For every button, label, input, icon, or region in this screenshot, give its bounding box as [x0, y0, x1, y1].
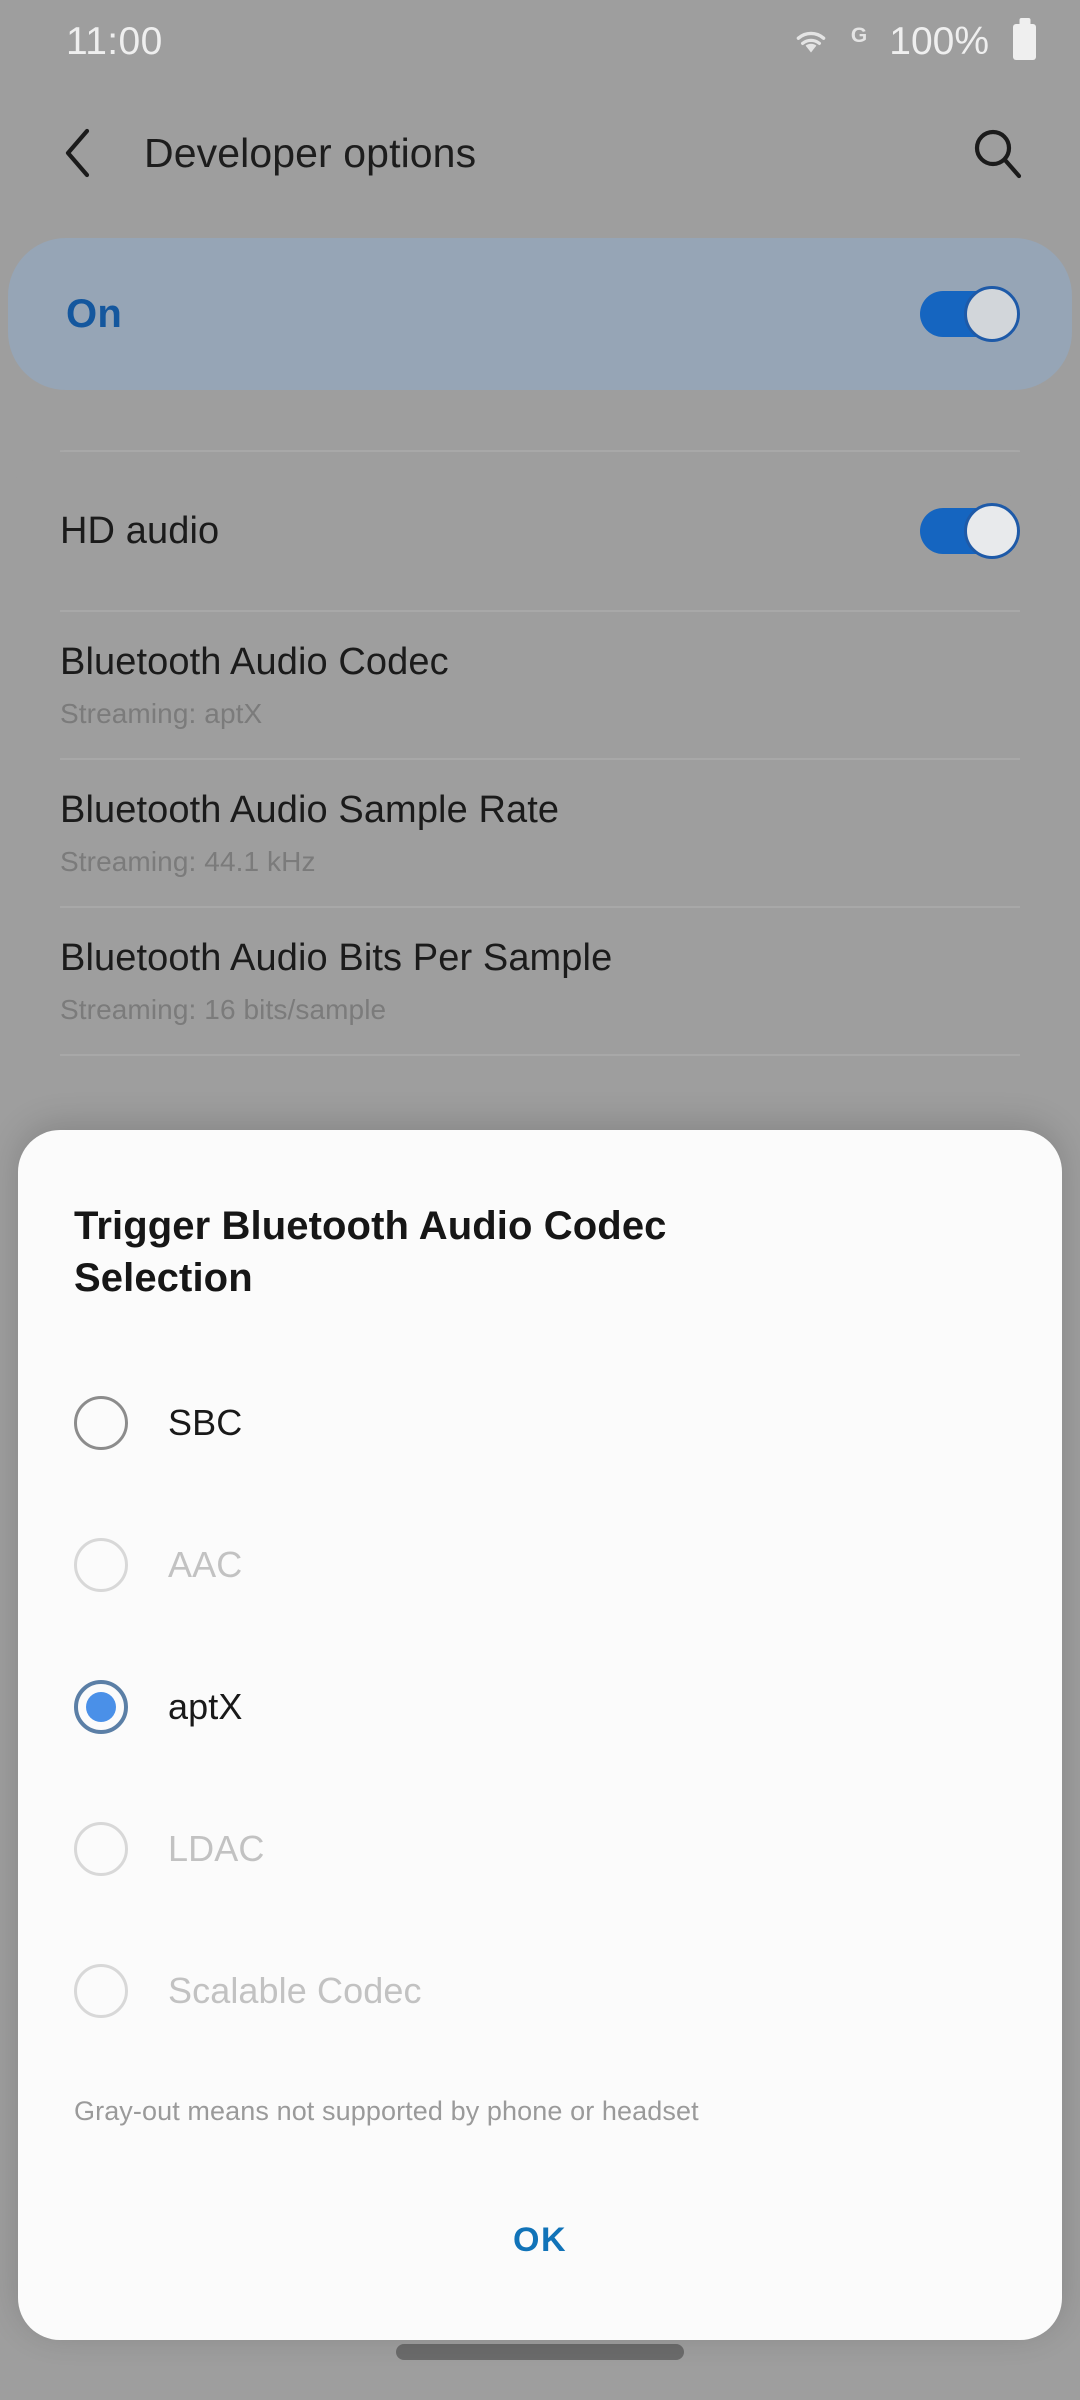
status-bar: 11:00 G 100% [0, 0, 1080, 84]
radio-option-sbc[interactable]: SBC [74, 1352, 1006, 1494]
wifi-icon [793, 28, 829, 56]
toggle-thumb [964, 286, 1020, 342]
radio-button-icon [74, 1964, 128, 2018]
list-item-hd-audio[interactable]: HD audio [8, 452, 1072, 610]
radio-option-label: AAC [168, 1544, 243, 1585]
list-item-title: Bluetooth Audio Codec [60, 640, 449, 683]
network-type-label: G [850, 24, 868, 47]
gesture-navigation-handle[interactable] [396, 2344, 684, 2360]
ok-button[interactable]: OK [443, 2199, 637, 2282]
list-item-bluetooth-audio-bits-per-sample[interactable]: Bluetooth Audio Bits Per Sample Streamin… [8, 908, 1072, 1054]
list-item-subtitle: Streaming: 44.1 kHz [60, 845, 316, 877]
list-item-bluetooth-audio-codec[interactable]: Bluetooth Audio Codec Streaming: aptX [8, 612, 1072, 758]
radio-option-label: aptX [168, 1686, 243, 1727]
hd-audio-toggle[interactable] [920, 503, 1020, 559]
search-icon [974, 129, 1022, 179]
battery-percent-label: 100% [889, 20, 989, 63]
radio-button-icon-selected[interactable] [74, 1680, 128, 1734]
battery-full-icon [1013, 24, 1036, 60]
radio-option-ldac: LDAC [74, 1778, 1006, 1920]
radio-button-icon [74, 1538, 128, 1592]
list-item-bluetooth-audio-sample-rate[interactable]: Bluetooth Audio Sample Rate Streaming: 4… [8, 760, 1072, 906]
codec-selection-dialog: Trigger Bluetooth Audio Codec Selection … [18, 1130, 1062, 2340]
dialog-footnote: Gray-out means not supported by phone or… [74, 2096, 699, 2126]
toggle-thumb [964, 503, 1020, 559]
back-button[interactable] [42, 116, 116, 190]
list-item-title: Bluetooth Audio Bits Per Sample [60, 936, 613, 979]
radio-option-label: SBC [168, 1402, 243, 1443]
radio-button-icon [74, 1822, 128, 1876]
list-item-subtitle: Streaming: 16 bits/sample [60, 993, 387, 1025]
radio-option-label: Scalable Codec [168, 1970, 422, 2011]
search-button[interactable] [962, 118, 1032, 188]
status-clock: 11:00 [66, 20, 163, 63]
radio-option-aptx[interactable]: aptX [74, 1636, 1006, 1778]
dialog-action-bar: OK [74, 2199, 1006, 2282]
dialog-title: Trigger Bluetooth Audio Codec Selection [74, 1204, 667, 1300]
list-item-title: HD audio [60, 509, 220, 552]
list-item-title: Bluetooth Audio Sample Rate [60, 788, 560, 831]
developer-options-master-card[interactable]: On [8, 238, 1072, 390]
list-divider [60, 1054, 1020, 1056]
codec-radio-group: SBC AAC aptX LDAC Scalable Codec [74, 1352, 1006, 2062]
chevron-left-icon [65, 128, 90, 178]
radio-option-label: LDAC [168, 1828, 265, 1869]
app-bar: Developer options [0, 98, 1080, 208]
master-switch-toggle[interactable] [920, 286, 1020, 342]
radio-option-aac: AAC [74, 1494, 1006, 1636]
master-switch-label: On [66, 291, 122, 336]
list-item-subtitle: Streaming: aptX [60, 697, 263, 729]
page-title: Developer options [144, 129, 477, 176]
status-indicators: G 100% [793, 20, 1036, 64]
radio-option-scalable-codec: Scalable Codec [74, 1920, 1006, 2062]
radio-button-icon[interactable] [74, 1396, 128, 1450]
